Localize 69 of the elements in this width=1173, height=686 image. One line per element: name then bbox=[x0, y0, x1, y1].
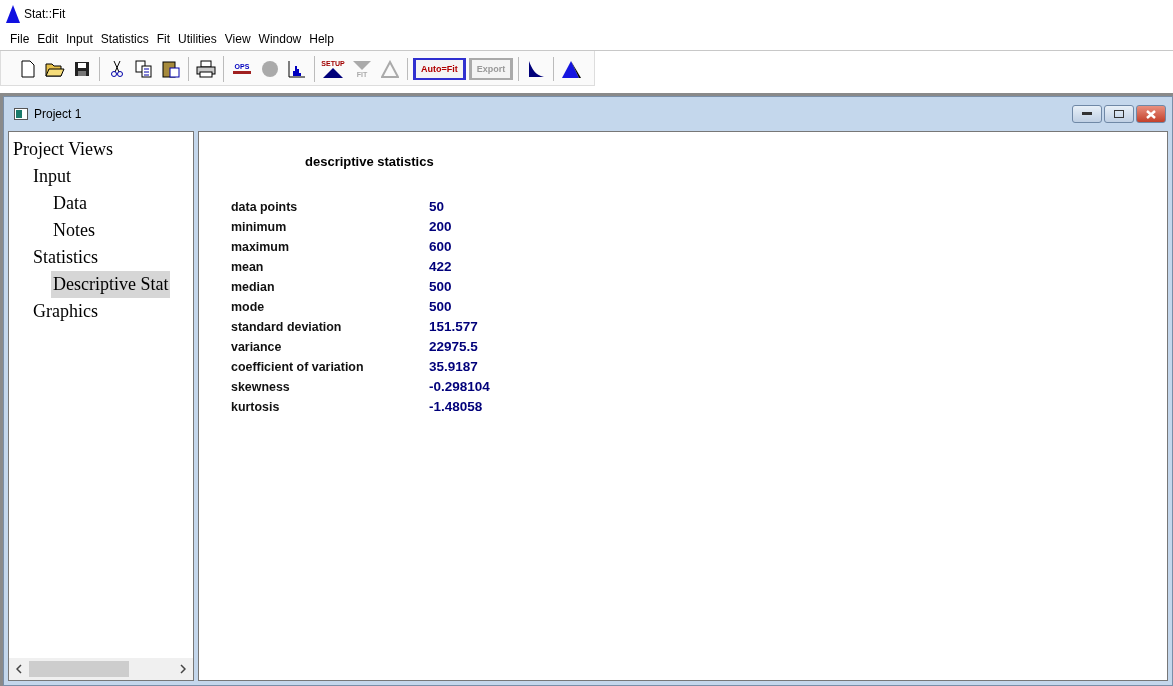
copy-icon bbox=[135, 60, 153, 78]
statistic-value: 151.577 bbox=[429, 318, 478, 334]
restore-icon bbox=[1114, 110, 1124, 118]
app-logo-icon bbox=[6, 5, 20, 23]
statistic-name: maximum bbox=[231, 238, 289, 254]
tree-item[interactable]: Graphics bbox=[31, 298, 100, 325]
statistic-name: mean bbox=[231, 258, 264, 274]
bar-icon bbox=[233, 71, 251, 75]
statistic-name: data points bbox=[231, 198, 298, 214]
statistic-value: -1.48058 bbox=[429, 398, 483, 414]
statistic-name: kurtosis bbox=[231, 398, 280, 414]
menu-item[interactable]: Window bbox=[254, 32, 306, 46]
circle-icon bbox=[261, 60, 279, 78]
peak-icon bbox=[560, 59, 583, 79]
app-title: Stat::Fit bbox=[24, 7, 66, 21]
menu-item[interactable]: Edit bbox=[33, 32, 63, 46]
statistic-value: 22975.5 bbox=[429, 338, 478, 354]
chevron-right-icon bbox=[180, 664, 186, 674]
decay-curve-icon bbox=[527, 59, 546, 79]
statistic-value: 50 bbox=[429, 198, 445, 214]
tree-item[interactable]: Data bbox=[51, 190, 89, 217]
statistic-value: 200 bbox=[429, 218, 452, 234]
tree-item[interactable]: Statistics bbox=[31, 244, 100, 271]
triangle-icon bbox=[323, 68, 343, 78]
menu-item[interactable]: Help bbox=[305, 32, 338, 46]
new-document-icon bbox=[21, 60, 35, 78]
close-button[interactable] bbox=[1136, 105, 1166, 123]
restore-button[interactable] bbox=[1104, 105, 1134, 123]
toolbar-button[interactable] bbox=[194, 57, 218, 81]
histogram-icon bbox=[288, 60, 306, 78]
scissors-icon bbox=[111, 60, 123, 78]
statistic-value: 500 bbox=[429, 298, 452, 314]
menu-item[interactable]: Statistics bbox=[96, 32, 153, 46]
statistic-name: minimum bbox=[231, 218, 287, 234]
minimize-button[interactable] bbox=[1072, 105, 1102, 123]
menu-item[interactable]: Input bbox=[62, 32, 97, 46]
toolbar-button[interactable]: Auto=Fit bbox=[413, 58, 466, 80]
scroll-thumb[interactable] bbox=[29, 661, 129, 677]
printer-icon bbox=[196, 60, 216, 78]
statistic-name: mode bbox=[231, 298, 265, 314]
statistic-name: variance bbox=[231, 338, 282, 354]
tree-item[interactable]: Notes bbox=[51, 217, 97, 244]
funnel-icon bbox=[353, 60, 371, 70]
statistic-name: standard deviation bbox=[231, 318, 342, 334]
tree-item[interactable]: Project Views bbox=[11, 136, 116, 163]
tree-item[interactable]: Descriptive Stat bbox=[51, 271, 171, 298]
window-icon bbox=[14, 108, 28, 120]
statistic-name: skewness bbox=[231, 378, 290, 394]
chevron-left-icon bbox=[16, 664, 22, 674]
menu-item[interactable]: View bbox=[220, 32, 255, 46]
statistic-value: 35.9187 bbox=[429, 358, 478, 374]
tree-item[interactable]: Input bbox=[31, 163, 73, 190]
statistic-value: -0.298104 bbox=[429, 378, 490, 394]
minimize-icon bbox=[1082, 112, 1092, 116]
statistic-value: 422 bbox=[429, 258, 452, 274]
report-title: descriptive statistics bbox=[305, 154, 435, 169]
menu-item[interactable]: Fit bbox=[152, 32, 175, 46]
statistic-value: 500 bbox=[429, 278, 452, 294]
statistic-name: median bbox=[231, 278, 275, 294]
menu-item[interactable]: Utilities bbox=[174, 32, 221, 46]
mountain-icon bbox=[381, 60, 399, 78]
horizontal-scrollbar[interactable] bbox=[9, 658, 193, 680]
menu-item[interactable]: File bbox=[6, 32, 34, 46]
open-folder-icon bbox=[45, 61, 65, 77]
statistic-name: coefficient of variation bbox=[231, 358, 364, 374]
window-title: Project 1 bbox=[34, 107, 82, 121]
close-icon bbox=[1146, 109, 1156, 119]
clipboard-icon bbox=[162, 60, 180, 78]
statistic-value: 600 bbox=[429, 238, 452, 254]
